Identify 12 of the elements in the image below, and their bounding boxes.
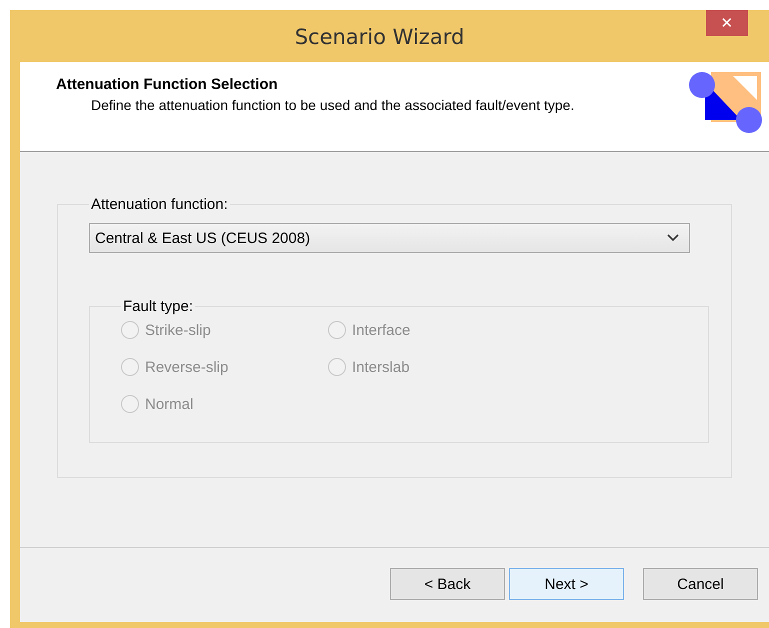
wizard-button[interactable]: < Back bbox=[390, 568, 505, 600]
wizard-button[interactable]: Cancel bbox=[643, 568, 758, 600]
close-button[interactable]: ✕ bbox=[706, 10, 748, 36]
wizard-logo-icon bbox=[687, 70, 763, 134]
page-description: Define the attenuation function to be used and the associated fault/event type. bbox=[90, 96, 576, 115]
wizard-button[interactable]: Next > bbox=[509, 568, 624, 600]
page-title: Attenuation Function Selection bbox=[56, 76, 279, 93]
group-label: Fault type: bbox=[122, 298, 194, 315]
chevron-down-icon bbox=[667, 234, 679, 242]
attenuation-dropdown[interactable]: Central & East US (CEUS 2008) bbox=[89, 223, 690, 253]
group-label: Attenuation function: bbox=[90, 196, 229, 213]
window-title: Scenario Wizard bbox=[294, 25, 466, 49]
